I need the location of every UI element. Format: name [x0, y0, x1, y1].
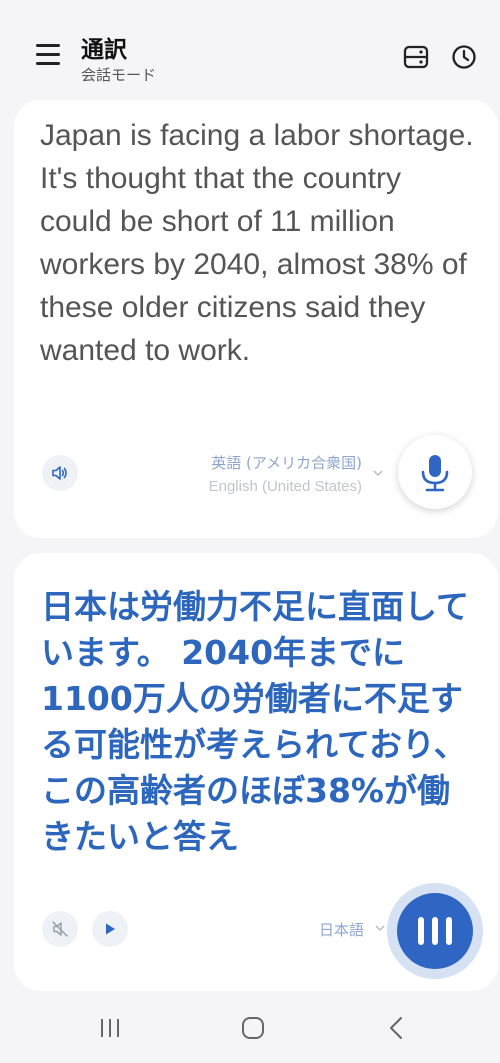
- mute-icon: [52, 921, 68, 937]
- listening-bar-icon: [418, 917, 424, 945]
- chevron-down-icon[interactable]: [374, 923, 386, 933]
- listening-button[interactable]: [397, 893, 473, 969]
- display-mode-icon[interactable]: [402, 43, 430, 71]
- system-nav-bar: [0, 995, 500, 1063]
- source-language-english: English (United States): [208, 478, 362, 495]
- listening-bar-icon: [446, 917, 452, 945]
- history-icon[interactable]: [450, 43, 478, 71]
- home-icon[interactable]: [240, 1015, 266, 1041]
- recent-apps-icon[interactable]: [98, 1017, 122, 1039]
- microphone-icon: [421, 455, 449, 492]
- app-header: 通訳 会話モード: [0, 0, 500, 100]
- page-subtitle: 会話モード: [81, 66, 157, 84]
- listening-bar-icon: [432, 917, 438, 945]
- source-language-native: 英語 (アメリカ合衆国): [211, 454, 362, 472]
- page-title: 通訳: [81, 37, 127, 63]
- play-icon: [106, 923, 115, 935]
- play-button[interactable]: [92, 911, 128, 947]
- menu-icon[interactable]: [36, 44, 60, 66]
- speaker-icon: [52, 466, 67, 480]
- microphone-button[interactable]: [398, 435, 472, 509]
- chevron-down-icon[interactable]: [372, 468, 384, 478]
- source-language-selector[interactable]: 英語 (アメリカ合衆国) English (United States): [209, 452, 362, 500]
- source-text: Japan is facing a labor shortage. It's t…: [40, 119, 474, 367]
- source-card: Japan is facing a labor shortage. It's t…: [14, 100, 498, 538]
- back-icon[interactable]: [386, 1015, 406, 1041]
- translation-text: 日本は労働力不足に直面しています。 2040年までに1100万人の労働者に不足す…: [41, 587, 470, 856]
- target-language-selector[interactable]: 日本語: [319, 919, 364, 940]
- speaker-button[interactable]: [42, 455, 78, 491]
- mute-button[interactable]: [42, 911, 78, 947]
